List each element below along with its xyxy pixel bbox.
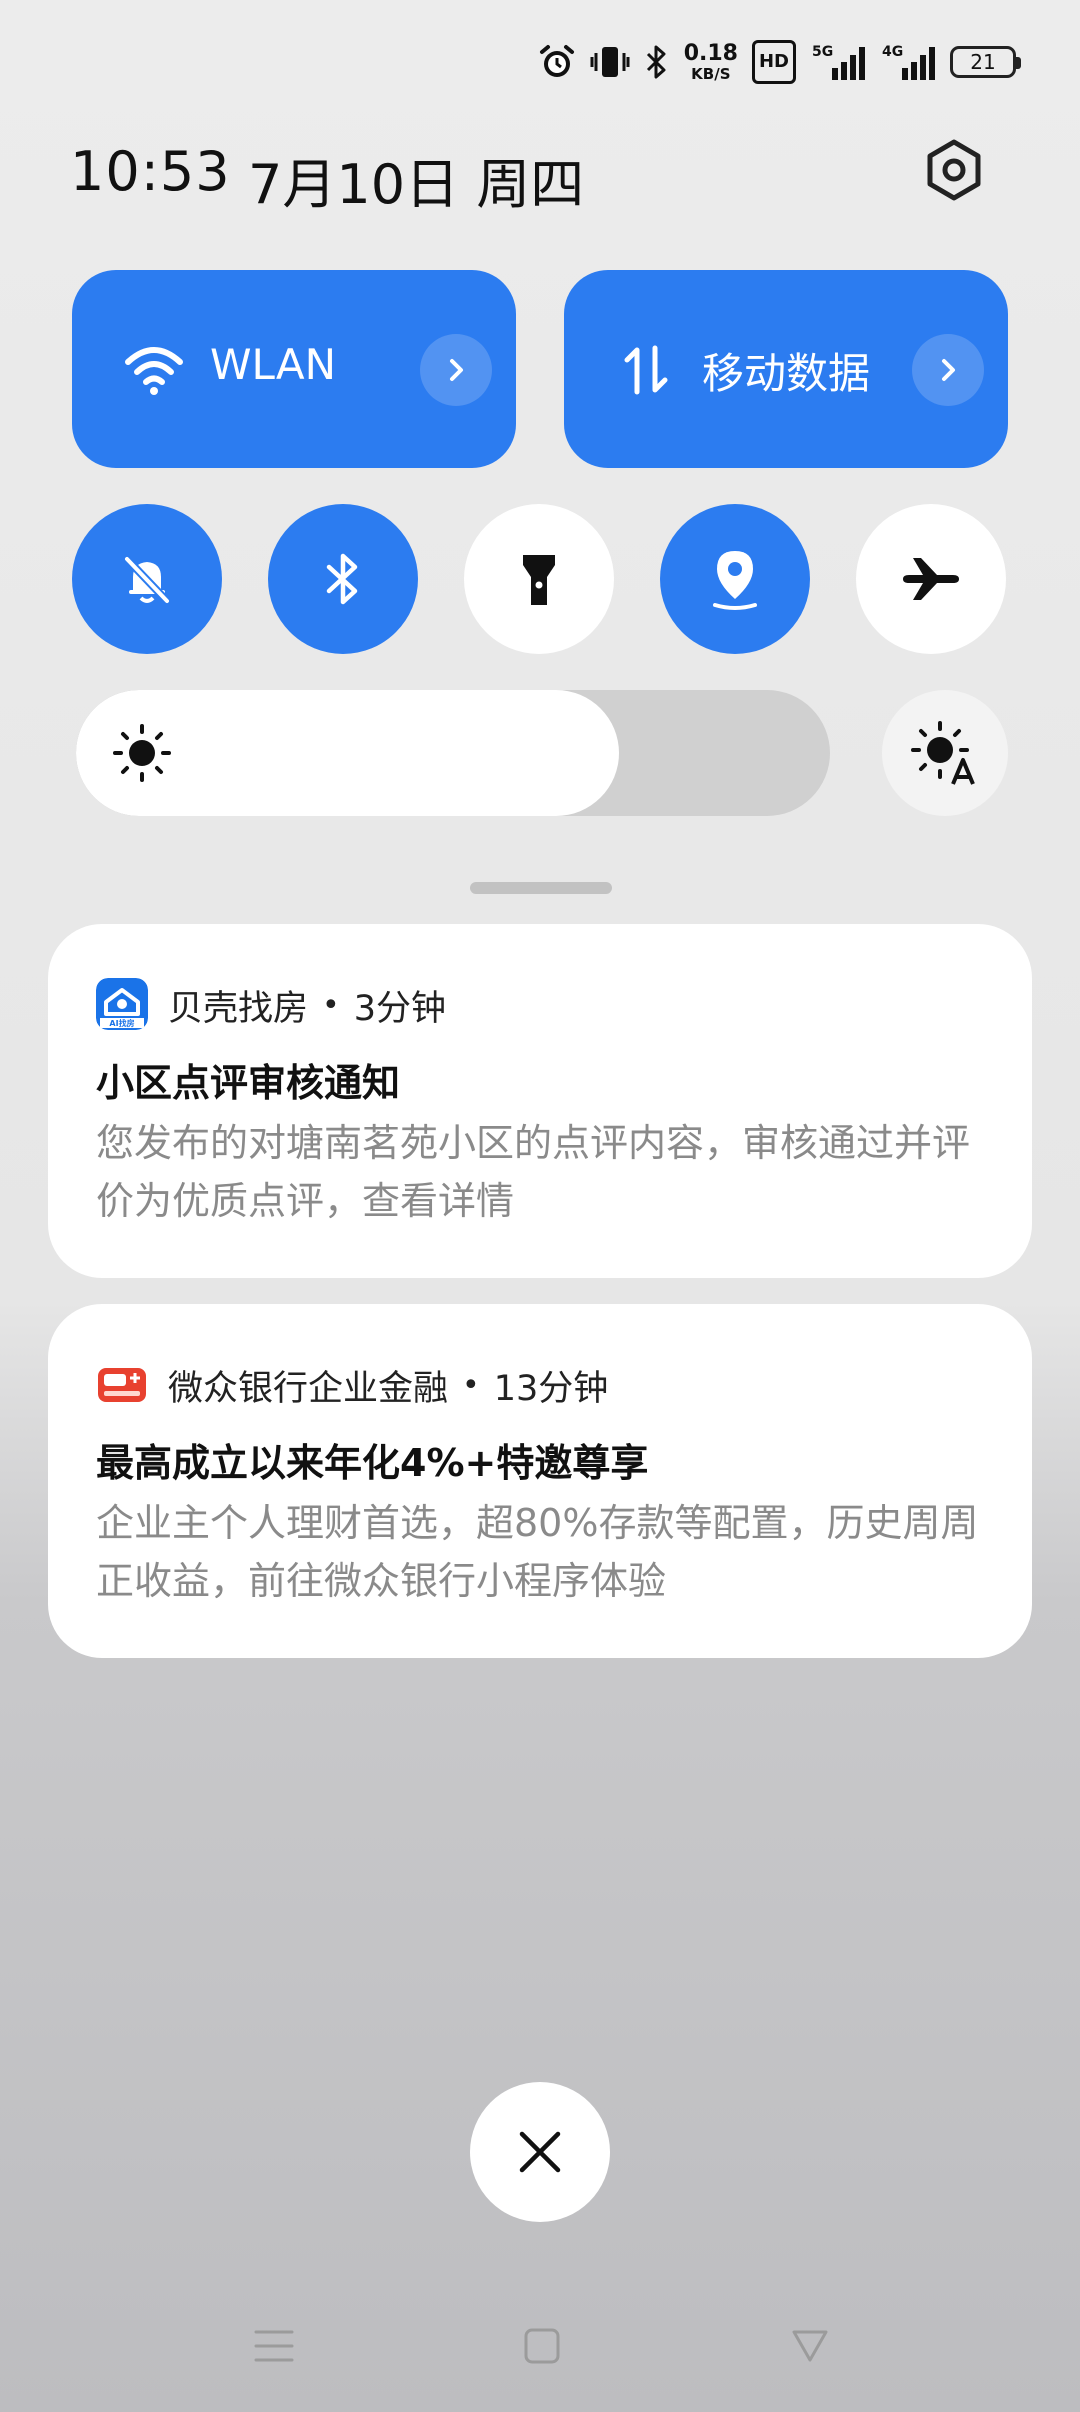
wifi-icon — [116, 332, 192, 408]
bluetooth-icon — [644, 40, 670, 84]
notification-card[interactable]: AI找房 贝壳找房 • 3分钟 小区点评审核通知 您发布的对塘南茗苑小区的点评内… — [48, 924, 1032, 1278]
signal-5g-icon: 5G — [810, 40, 866, 84]
hd-badge: HD — [751, 40, 796, 84]
chevron-right-icon — [942, 359, 955, 381]
notification-card[interactable]: 微众银行企业金融 • 13分钟 最高成立以来年化4%+特邀尊享 企业主个人理财首… — [48, 1304, 1032, 1658]
brightness-slider[interactable] — [76, 690, 830, 816]
notification-time: 3分钟 — [353, 989, 446, 1029]
signal-4g-icon: 4G — [880, 40, 936, 84]
mute-toggle[interactable] — [72, 504, 222, 654]
vibrate-icon — [590, 40, 630, 84]
data-arrows-icon — [608, 332, 684, 408]
clock-time: 10:53 — [70, 140, 231, 203]
notification-app-row: 微众银行企业金融 • 13分钟 — [168, 1360, 608, 1411]
chevron-right-icon — [450, 359, 463, 381]
bluetooth-toggle[interactable] — [268, 504, 418, 654]
nav-menu-button[interactable] — [244, 2316, 304, 2376]
home-square-icon — [524, 2328, 560, 2364]
signal2-label: 4G — [882, 44, 903, 60]
notification-body: 您发布的对塘南茗苑小区的点评内容，审核通过并评价为优质点评，查看详情 — [96, 1121, 971, 1223]
notification-title: 小区点评审核通知 — [96, 1061, 401, 1105]
net-speed-value: 0.18 — [683, 40, 738, 66]
notification-title: 最高成立以来年化4%+特邀尊享 — [96, 1441, 649, 1485]
bell-off-icon — [124, 556, 170, 604]
close-icon — [519, 2131, 561, 2173]
net-speed-unit: KB/S — [691, 64, 731, 83]
notification-app-name: 贝壳找房 — [168, 989, 309, 1029]
nav-back-button[interactable] — [780, 2316, 840, 2376]
mobile-data-expand-button[interactable] — [912, 334, 984, 406]
notification-app-row: 贝壳找房 • 3分钟 — [168, 980, 446, 1031]
clear-notifications-button[interactable] — [470, 2082, 610, 2222]
mobile-data-label: 移动数据 — [702, 349, 871, 398]
brightness-sun-icon — [106, 717, 178, 789]
airplane-toggle[interactable] — [856, 504, 1006, 654]
settings-button[interactable] — [920, 136, 988, 204]
menu-icon — [254, 2330, 294, 2362]
battery-icon: 21 — [950, 46, 1021, 78]
wlan-tile[interactable]: WLAN — [72, 270, 516, 468]
mobile-data-tile[interactable]: 移动数据 — [564, 270, 1008, 468]
nav-home-button[interactable] — [512, 2316, 572, 2376]
wlan-label: WLAN — [210, 340, 337, 389]
beike-app-icon: AI找房 — [96, 978, 148, 1030]
airplane-icon — [903, 558, 959, 600]
auto-brightness-button[interactable] — [882, 690, 1008, 816]
notification-app-name: 微众银行企业金融 — [168, 1369, 449, 1409]
wlan-expand-button[interactable] — [420, 334, 492, 406]
notification-time: 13分钟 — [493, 1369, 609, 1409]
net-speed: 0.18 KB/S — [684, 40, 738, 84]
notification-body: 企业主个人理财首选，超80%存款等配置，历史周周正收益，前往微众银行小程序体验 — [96, 1501, 979, 1603]
location-toggle[interactable] — [660, 504, 810, 654]
separator-dot: • — [462, 1368, 480, 1403]
flashlight-icon — [523, 555, 555, 605]
separator-dot: • — [322, 988, 340, 1023]
flashlight-toggle[interactable] — [464, 504, 614, 654]
auto-brightness-icon — [911, 721, 978, 786]
gear-icon — [927, 139, 981, 201]
signal1-label: 5G — [812, 44, 833, 60]
back-triangle-icon — [792, 2330, 828, 2362]
alarm-icon — [538, 40, 576, 84]
webank-app-icon — [96, 1358, 148, 1410]
panel-drag-handle[interactable] — [470, 882, 612, 894]
location-pin-icon — [713, 551, 757, 610]
status-bar: 0.18 KB/S HD 5G 4G 21 — [538, 36, 1021, 88]
bluetooth-icon — [326, 553, 358, 605]
date-label: 7月10日 周四 — [248, 153, 585, 216]
battery-level: 21 — [970, 50, 996, 74]
beike-icon-caption: AI找房 — [109, 1018, 134, 1028]
